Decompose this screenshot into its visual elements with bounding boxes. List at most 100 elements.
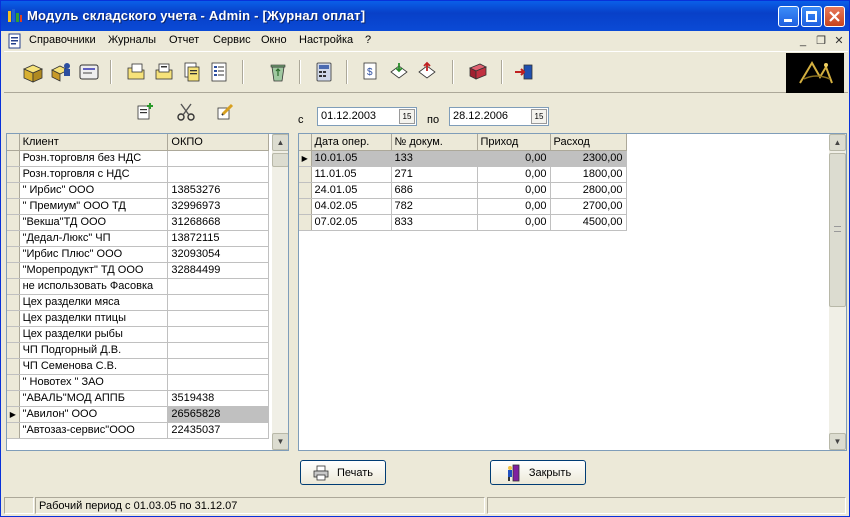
scroll-thumb[interactable]	[272, 153, 288, 167]
table-cell[interactable]	[167, 358, 269, 375]
menu-settings[interactable]: Настройка	[299, 34, 353, 46]
table-row[interactable]: 07.02.05 833 0,00 4500,00	[299, 214, 627, 231]
payments-scrollbar[interactable]: ▲ ▼	[829, 134, 846, 450]
goods-box-icon[interactable]	[21, 60, 45, 84]
table-cell[interactable]	[167, 278, 269, 295]
table-cell[interactable]: 2800,00	[550, 182, 627, 199]
table-cell[interactable]: 0,00	[477, 150, 551, 167]
table-row[interactable]: не использовать Фасовка	[7, 278, 269, 295]
column-header-date[interactable]: Дата опер.	[311, 134, 392, 151]
row-indicator[interactable]	[7, 182, 20, 199]
table-cell[interactable]	[167, 294, 269, 311]
table-row[interactable]: " Новотех " ЗАО	[7, 374, 269, 391]
exit-icon[interactable]	[512, 60, 536, 84]
row-indicator[interactable]	[299, 166, 312, 183]
calendar-to-icon[interactable]: 15	[531, 109, 547, 124]
table-cell[interactable]: 11.01.05	[311, 166, 392, 183]
scroll-thumb[interactable]	[829, 153, 846, 307]
table-cell[interactable]: 133	[391, 150, 478, 167]
row-indicator[interactable]	[299, 198, 312, 215]
income-arrow-icon[interactable]	[387, 60, 411, 84]
table-cell[interactable]: Цех разделки птицы	[19, 310, 169, 327]
table-row[interactable]: Цех разделки мяса	[7, 294, 269, 311]
row-indicator[interactable]	[7, 374, 20, 391]
table-row[interactable]: Розн.торговля с НДС	[7, 166, 269, 183]
column-header-client[interactable]: Клиент	[19, 134, 169, 151]
table-cell[interactable]	[167, 310, 269, 327]
date-to-field[interactable]: 28.12.2006 15	[449, 107, 549, 126]
table-cell[interactable]: " Ирбис" ООО	[19, 182, 169, 199]
documents-icon[interactable]	[180, 60, 204, 84]
table-cell[interactable]: 2300,00	[550, 150, 627, 167]
add-record-icon[interactable]	[135, 102, 155, 122]
menu-service[interactable]: Сервис	[213, 34, 251, 46]
table-cell[interactable]: ЧП Семенова С.В.	[19, 358, 169, 375]
current-row-indicator-icon[interactable]: ▶	[7, 406, 20, 423]
print-button[interactable]: Печать	[300, 460, 386, 485]
current-row-indicator-icon[interactable]: ▶	[299, 150, 312, 167]
incoming-doc-icon[interactable]	[124, 60, 148, 84]
table-row[interactable]: Цех разделки птицы	[7, 310, 269, 327]
table-row[interactable]: 24.01.05 686 0,00 2800,00	[299, 182, 627, 199]
table-cell[interactable]: 833	[391, 214, 478, 231]
calculator-icon[interactable]	[312, 60, 336, 84]
mdi-minimize-icon[interactable]: _	[796, 34, 810, 48]
outgoing-doc-icon[interactable]	[152, 60, 176, 84]
column-header-income[interactable]: Приход	[477, 134, 551, 151]
table-cell[interactable]: 1800,00	[550, 166, 627, 183]
table-cell[interactable]: 24.01.05	[311, 182, 392, 199]
table-cell[interactable]: 13853276	[167, 182, 269, 199]
table-cell[interactable]	[167, 166, 269, 183]
table-row[interactable]: "Ирбис Плюс" ООО 32093054	[7, 246, 269, 263]
table-row[interactable]: "Морепродукт" ТД ООО 32884499	[7, 262, 269, 279]
row-indicator[interactable]	[7, 262, 20, 279]
table-cell[interactable]: 0,00	[477, 214, 551, 231]
menu-journals[interactable]: Журналы	[108, 34, 156, 46]
mdi-child-icon[interactable]	[7, 33, 23, 49]
scroll-down-icon[interactable]: ▼	[272, 433, 288, 450]
table-cell[interactable]: не использовать Фасовка	[19, 278, 169, 295]
table-cell[interactable]: "АВАЛЬ"МОД АППБ	[19, 390, 169, 407]
scroll-up-icon[interactable]: ▲	[829, 134, 846, 151]
table-row[interactable]: 04.02.05 782 0,00 2700,00	[299, 198, 627, 215]
table-cell[interactable]: 26565828	[167, 406, 269, 423]
row-indicator[interactable]	[7, 422, 20, 439]
table-cell[interactable]: 32996973	[167, 198, 269, 215]
menu-report[interactable]: Отчет	[169, 34, 199, 46]
column-header-doc-number[interactable]: № докум.	[391, 134, 478, 151]
table-row[interactable]: "Векша"ТД ООО 31268668	[7, 214, 269, 231]
table-row[interactable]: ЧП Семенова С.В.	[7, 358, 269, 375]
mdi-close-icon[interactable]: ✕	[832, 34, 846, 48]
table-row[interactable]: Цех разделки рыбы	[7, 326, 269, 343]
calendar-from-icon[interactable]: 15	[399, 109, 415, 124]
table-cell[interactable]: 0,00	[477, 182, 551, 199]
menu-help[interactable]: ?	[365, 34, 371, 46]
table-cell[interactable]: "Морепродукт" ТД ООО	[19, 262, 169, 279]
date-from-field[interactable]: 01.12.2003 15	[317, 107, 417, 126]
table-row[interactable]: ▶ "Авилон" ООО 26565828	[7, 406, 269, 423]
title-bar[interactable]: Модуль складского учета - Admin - [Журна…	[1, 1, 849, 31]
recycle-bin-icon[interactable]	[266, 60, 290, 84]
table-cell[interactable]: ЧП Подгорный Д.В.	[19, 342, 169, 359]
menu-directories[interactable]: Справочники	[29, 34, 96, 46]
table-cell[interactable]: 13872115	[167, 230, 269, 247]
table-cell[interactable]: 3519438	[167, 390, 269, 407]
table-row[interactable]: Розн.торговля без НДС	[7, 150, 269, 167]
table-row[interactable]: ▶ 10.01.05 133 0,00 2300,00	[299, 150, 627, 167]
table-row[interactable]: "АВАЛЬ"МОД АППБ 3519438	[7, 390, 269, 407]
row-indicator[interactable]	[7, 342, 20, 359]
row-indicator[interactable]	[7, 390, 20, 407]
book-icon[interactable]	[466, 60, 490, 84]
row-indicator[interactable]	[7, 230, 20, 247]
table-row[interactable]: " Ирбис" ООО 13853276	[7, 182, 269, 199]
table-cell[interactable]: 0,00	[477, 198, 551, 215]
payment-doc-icon[interactable]: $	[359, 60, 383, 84]
table-cell[interactable]: 4500,00	[550, 214, 627, 231]
table-cell[interactable]: "Авилон" ООО	[19, 406, 169, 423]
row-indicator[interactable]	[7, 326, 20, 343]
row-indicator[interactable]	[7, 246, 20, 263]
table-cell[interactable]	[167, 326, 269, 343]
table-cell[interactable]: " Премиум" ООО ТД	[19, 198, 169, 215]
row-indicator[interactable]	[7, 150, 20, 167]
table-cell[interactable]: "Автозаз-сервис"ООО	[19, 422, 169, 439]
